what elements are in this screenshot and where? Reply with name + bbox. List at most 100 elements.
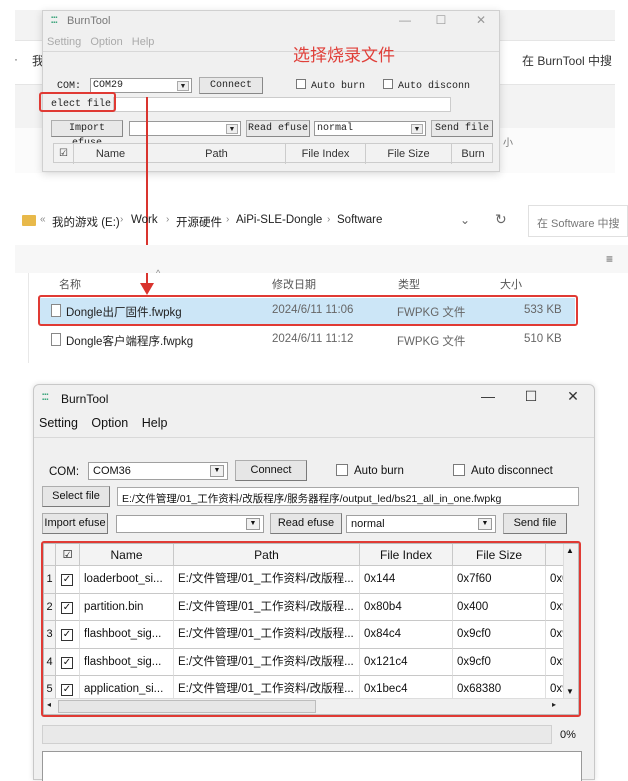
old-col-burn[interactable]: Burn	[452, 144, 494, 164]
scroll-right-icon[interactable]: ▸	[552, 700, 556, 709]
old-maximize-button[interactable]: ☐	[431, 13, 451, 27]
table-cell-name[interactable]: flashboot_sig...	[80, 648, 174, 676]
scroll-left-icon[interactable]: ◂	[47, 700, 51, 709]
old-minimize-button[interactable]: —	[395, 13, 415, 27]
mode-select[interactable]: normal ▼	[346, 515, 496, 533]
address-history-chevron-icon[interactable]: ⌄	[460, 213, 470, 227]
row-checkbox[interactable]: ✓	[61, 574, 73, 586]
old-file-path-input[interactable]	[113, 97, 451, 112]
old-read-efuse-button[interactable]: Read efuse	[246, 120, 310, 137]
view-menu-icon[interactable]: ≡	[606, 252, 613, 266]
row-checkbox[interactable]: ✓	[61, 629, 73, 641]
scroll-up-icon[interactable]: ▲	[566, 546, 574, 555]
select-file-button[interactable]: Select file	[42, 486, 110, 507]
table-cell-path[interactable]: E:/文件管理/01_工作资料/改版程...	[174, 566, 360, 594]
breadcrumb-chevron-icon: ›	[120, 214, 124, 225]
menu-option[interactable]: Option	[91, 416, 128, 430]
old-com-select[interactable]: COM29 ▼	[90, 78, 192, 93]
breadcrumb-software[interactable]: Software	[337, 214, 382, 226]
col-header-name[interactable]: 名称	[59, 276, 81, 292]
old-select-all-checkbox[interactable]: ☑	[54, 144, 74, 164]
row-checkbox[interactable]: ✓	[61, 656, 73, 669]
old-auto-disconn-checkbox[interactable]: Auto disconn	[383, 79, 470, 92]
vertical-scrollbar[interactable]: ▲ ▼	[563, 544, 578, 698]
col-file-size[interactable]: File Size	[453, 544, 546, 566]
table-cell-index[interactable]: 0x121c4	[360, 648, 453, 676]
menu-setting[interactable]: Setting	[39, 416, 78, 430]
auto-burn-label: Auto burn	[354, 465, 404, 477]
com-port-select[interactable]: COM36 ▼	[88, 462, 228, 480]
file-row[interactable]: Dongle客户端程序.fwpkg 2024/6/11 11:12 FWPKG …	[40, 327, 575, 353]
old-col-file-index[interactable]: File Index	[286, 144, 366, 164]
file-date: 2024/6/11 11:12	[272, 333, 354, 345]
col-header-date[interactable]: 修改日期	[272, 276, 316, 292]
minimize-button[interactable]: —	[473, 388, 503, 404]
old-mode-select[interactable]: normal ▼	[314, 121, 426, 136]
old-menu-help[interactable]: Help	[132, 36, 155, 48]
table-cell-index[interactable]: 0x80b4	[360, 593, 453, 621]
row-number: 2	[44, 593, 56, 621]
menu-separator	[34, 437, 594, 438]
table-cell-index[interactable]: 0x144	[360, 566, 453, 594]
chevron-down-icon: ▼	[177, 81, 189, 91]
old-col-file-size[interactable]: File Size	[366, 144, 452, 164]
menu-help[interactable]: Help	[142, 416, 168, 430]
table-cell-size[interactable]: 0x9cf0	[453, 621, 546, 649]
burntool-window: ▪▪▪ ▪▪▪ BurnTool — ☐ ✕ Setting Option Hel…	[33, 384, 595, 781]
file-path-input[interactable]: E:/文件管理/01_工作资料/改版程序/服务器程序/output_led/bs…	[117, 487, 579, 506]
row-checkbox[interactable]: ✓	[61, 601, 73, 614]
explorer-search-input[interactable]: 在 Software 中搜	[528, 205, 628, 237]
table-cell-path[interactable]: E:/文件管理/01_工作资料/改版程...	[174, 648, 360, 676]
auto-disconnect-label: Auto disconnect	[471, 465, 553, 477]
auto-disconnect-checkbox[interactable]: Auto disconnect	[453, 464, 553, 477]
table-cell-name[interactable]: loaderboot_si...	[80, 566, 174, 594]
table-cell-size[interactable]: 0x7f60	[453, 566, 546, 594]
scroll-thumb[interactable]	[58, 700, 316, 713]
close-button[interactable]: ✕	[558, 388, 588, 405]
com-label: COM:	[49, 466, 80, 478]
send-file-button[interactable]: Send file	[503, 513, 567, 534]
table-cell-size[interactable]: 0x400	[453, 593, 546, 621]
table-cell-size[interactable]: 0x9cf0	[453, 648, 546, 676]
scroll-down-icon[interactable]: ▼	[566, 687, 574, 696]
burntool-logo-icon: ▪▪▪ ▪▪▪	[42, 392, 49, 403]
table-cell-index[interactable]: 0x84c4	[360, 621, 453, 649]
old-connect-button[interactable]: Connect	[199, 77, 263, 94]
col-name[interactable]: Name	[80, 544, 174, 566]
maximize-button[interactable]: ☐	[516, 388, 546, 405]
breadcrumb-drive[interactable]: 我的游戏 (E:)	[52, 214, 120, 230]
col-header-size[interactable]: 大小	[500, 276, 522, 292]
table-cell-name[interactable]: partition.bin	[80, 593, 174, 621]
col-header-type[interactable]: 类型	[398, 276, 420, 292]
connect-button[interactable]: Connect	[235, 460, 307, 481]
old-col-path[interactable]: Path	[148, 144, 286, 164]
horizontal-scrollbar[interactable]: ◂ ▸	[44, 698, 578, 714]
table-cell-name[interactable]: flashboot_sig...	[80, 621, 174, 649]
auto-burn-checkbox[interactable]: Auto burn	[336, 464, 404, 477]
breadcrumb-chevron-icon: ›	[327, 214, 331, 225]
old-send-file-button[interactable]: Send file	[431, 120, 493, 137]
old-col-name[interactable]: Name	[74, 144, 148, 164]
table-cell-path[interactable]: E:/文件管理/01_工作资料/改版程...	[174, 621, 360, 649]
old-auto-burn-label: Auto burn	[311, 81, 366, 92]
col-path[interactable]: Path	[174, 544, 360, 566]
read-efuse-button[interactable]: Read efuse	[270, 513, 342, 534]
breadcrumb-overflow[interactable]: «	[40, 214, 46, 225]
table-cell-path[interactable]: E:/文件管理/01_工作资料/改版程...	[174, 593, 360, 621]
breadcrumb-project[interactable]: AiPi-SLE-Dongle	[236, 214, 322, 226]
breadcrumb-hardware[interactable]: 开源硬件	[176, 214, 222, 230]
old-auto-burn-checkbox[interactable]: Auto burn	[296, 79, 365, 92]
old-menu-setting[interactable]: Setting	[47, 36, 81, 48]
import-efuse-button[interactable]: Import efuse	[42, 513, 108, 534]
old-close-button[interactable]: ✕	[471, 13, 491, 27]
efuse-select[interactable]: ▼	[116, 515, 264, 533]
old-import-efuse-button[interactable]: Import efuse	[51, 120, 123, 149]
row-checkbox[interactable]: ✓	[61, 684, 73, 696]
refresh-icon[interactable]: ↻	[495, 211, 507, 228]
annotation-arrow-head	[140, 283, 154, 295]
breadcrumb-work[interactable]: Work	[131, 214, 158, 226]
old-menu-option[interactable]: Option	[90, 36, 122, 48]
select-all-checkbox[interactable]: ☑	[56, 544, 80, 566]
chevron-down-icon: ▼	[411, 124, 423, 134]
col-file-index[interactable]: File Index	[360, 544, 453, 566]
